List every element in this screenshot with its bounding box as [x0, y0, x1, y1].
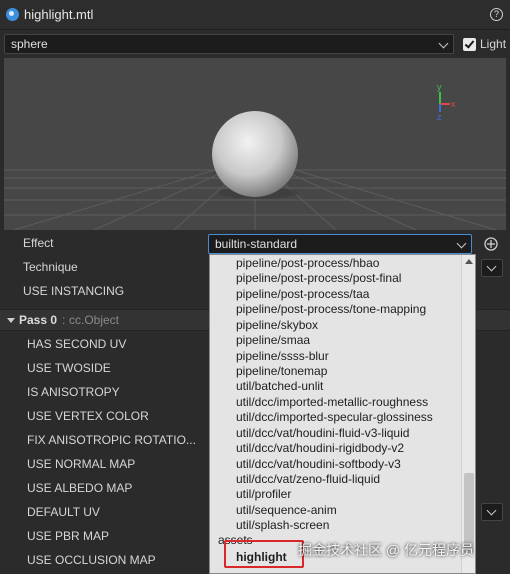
- pass-type: cc.Object: [69, 313, 120, 327]
- effect-label: Effect: [23, 236, 54, 250]
- define-label: USE VERTEX COLOR: [27, 409, 149, 423]
- preview-mesh-value: sphere: [11, 37, 48, 51]
- pass-title: Pass 0: [19, 313, 58, 327]
- watermark: 掘金技术社区 @ 亿元程序员: [298, 542, 474, 558]
- effect-option[interactable]: pipeline/skybox: [236, 318, 318, 332]
- effect-value: builtin-standard: [215, 237, 298, 251]
- technique-select[interactable]: [481, 259, 503, 277]
- effect-option[interactable]: util/dcc/imported-metallic-roughness: [236, 395, 428, 409]
- chevron-down-icon: [486, 261, 497, 272]
- scroll-up-arrow-icon[interactable]: [465, 259, 473, 264]
- effect-option[interactable]: util/dcc/vat/houdini-softbody-v3: [236, 457, 401, 471]
- define-label: DEFAULT UV: [27, 505, 100, 519]
- define-label: USE ALBEDO MAP: [27, 481, 133, 495]
- help-icon[interactable]: ?: [490, 8, 503, 21]
- dropdown-scrollbar[interactable]: [461, 255, 475, 573]
- preview-toolbar: sphere Light: [0, 31, 510, 57]
- effect-option[interactable]: pipeline/post-process/tone-mapping: [236, 302, 426, 316]
- effect-option[interactable]: util/dcc/vat/houdini-fluid-v3-liquid: [236, 426, 409, 440]
- use-instancing-label: USE INSTANCING: [23, 284, 125, 298]
- light-label: Light: [480, 37, 507, 51]
- light-checkbox[interactable]: [463, 38, 476, 51]
- define-label: USE OCCLUSION MAP: [27, 553, 156, 567]
- effect-option[interactable]: util/dcc/imported-specular-glossiness: [236, 410, 433, 424]
- locate-icon[interactable]: [483, 236, 499, 252]
- technique-label: Technique: [23, 260, 78, 274]
- title-bar: highlight.mtl ?: [0, 0, 510, 30]
- effect-option[interactable]: util/dcc/vat/zeno-fluid-liquid: [236, 472, 380, 486]
- define-label: IS ANISOTROPY: [27, 385, 120, 399]
- effect-option[interactable]: util/splash-screen: [236, 518, 329, 532]
- effect-option[interactable]: pipeline/ssss-blur: [236, 349, 329, 363]
- chevron-down-icon: [486, 505, 497, 516]
- define-label: HAS SECOND UV: [27, 337, 127, 351]
- preview-mesh-select[interactable]: sphere: [4, 34, 454, 54]
- window-title: highlight.mtl: [24, 7, 94, 22]
- highlight-annotation-box: [224, 540, 304, 568]
- gizmo-z-label: z: [437, 112, 442, 122]
- effect-select[interactable]: builtin-standard: [208, 234, 472, 254]
- effect-option[interactable]: pipeline/tonemap: [236, 364, 327, 378]
- effect-option[interactable]: util/dcc/vat/houdini-rigidbody-v2: [236, 441, 404, 455]
- define-label: USE TWOSIDE: [27, 361, 111, 375]
- effect-option[interactable]: util/profiler: [236, 487, 291, 501]
- define-label: USE PBR MAP: [27, 529, 110, 543]
- effect-option[interactable]: pipeline/post-process/taa: [236, 287, 369, 301]
- default-uv-select[interactable]: [481, 503, 503, 521]
- collapse-triangle-icon: [7, 318, 15, 323]
- material-preview-viewport[interactable]: y x z: [4, 58, 506, 230]
- chevron-down-icon: [438, 38, 449, 49]
- effect-option[interactable]: pipeline/post-process/hbao: [236, 256, 379, 270]
- effect-dropdown-list[interactable]: pipeline/post-process/hbao pipeline/post…: [209, 254, 476, 574]
- effect-option[interactable]: pipeline/post-process/post-final: [236, 271, 401, 285]
- gizmo-y-label: y: [437, 82, 442, 92]
- effect-option[interactable]: util/batched-unlit: [236, 379, 323, 393]
- material-file-icon: [6, 8, 19, 21]
- chevron-down-icon: [456, 238, 467, 249]
- define-label: USE NORMAL MAP: [27, 457, 136, 471]
- effect-option[interactable]: pipeline/smaa: [236, 333, 310, 347]
- define-label: FIX ANISOTROPIC ROTATIO...: [27, 433, 196, 447]
- effect-option[interactable]: util/sequence-anim: [236, 503, 337, 517]
- gizmo-x-label: x: [451, 99, 456, 109]
- preview-scene: y x z: [4, 58, 506, 230]
